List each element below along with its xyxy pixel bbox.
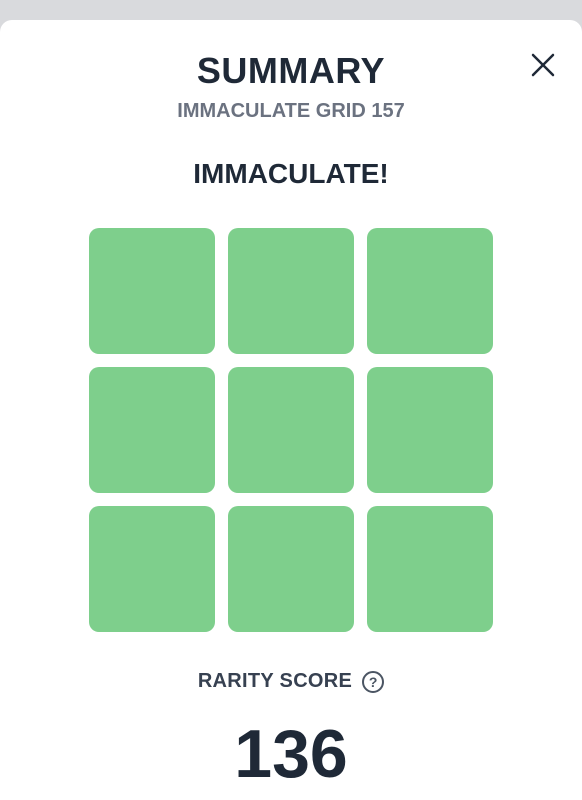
result-text: IMMACULATE!	[193, 158, 389, 189]
question-circle-icon[interactable]: ?	[362, 670, 385, 693]
grid-subtitle: IMMACULATE GRID 157	[177, 100, 405, 122]
grid-cell	[367, 228, 493, 354]
grid-cell	[89, 367, 215, 493]
grid-cell	[89, 506, 215, 632]
grid-cell	[367, 367, 493, 493]
grid-cell	[228, 367, 354, 493]
grid-cell	[367, 506, 493, 632]
grid-cell	[89, 228, 215, 354]
rarity-score-row: RARITY SCORE ?	[0, 670, 582, 693]
grid-cell	[228, 228, 354, 354]
result-grid	[89, 228, 493, 632]
summary-modal: SUMMARY IMMACULATE GRID 157 IMMACULATE! …	[0, 20, 582, 800]
rarity-score-value: 136	[234, 716, 348, 792]
rarity-score-label: RARITY SCORE	[197, 670, 353, 692]
summary-title: SUMMARY	[196, 50, 386, 91]
grid-cell	[228, 506, 354, 632]
